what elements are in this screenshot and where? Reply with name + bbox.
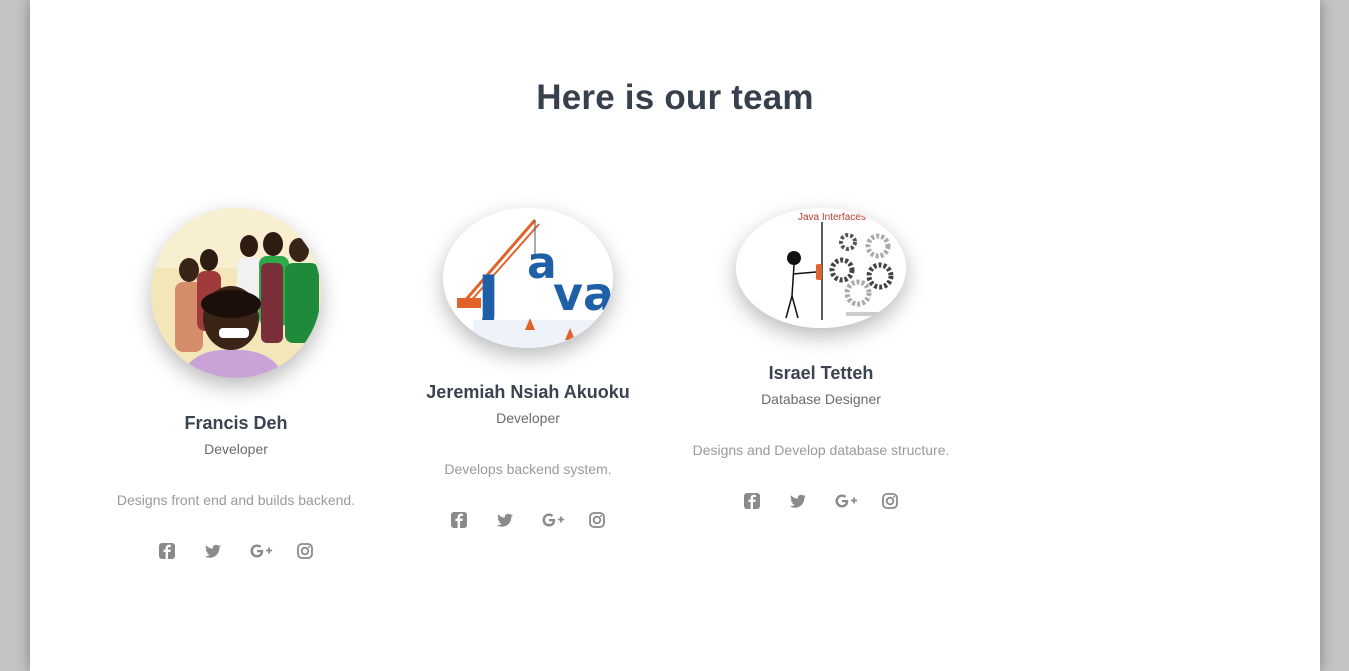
member-name: Jeremiah Nsiah Akuoku xyxy=(426,382,630,402)
facebook-link[interactable] xyxy=(742,491,762,511)
instagram-link[interactable] xyxy=(587,510,607,530)
facebook-link[interactable] xyxy=(449,510,469,530)
member-name: Francis Deh xyxy=(184,413,288,433)
instagram-link[interactable] xyxy=(880,491,900,511)
team-member-card: J a va Jeremiah Nsiah Akuoku Developer D… xyxy=(378,208,678,530)
google-plus-icon xyxy=(250,544,273,558)
svg-text:va: va xyxy=(553,267,613,321)
google-plus-link[interactable] xyxy=(249,541,273,561)
team-member-card: Java Interfaces Israel Tetteh Database D… xyxy=(671,208,971,511)
member-photo: J a va xyxy=(443,208,613,348)
instagram-icon xyxy=(882,493,898,509)
member-description: Develops backend system. xyxy=(444,461,612,477)
page-content: Here is our team Francis Deh Developer D… xyxy=(30,0,1320,671)
instagram-icon xyxy=(297,543,313,559)
facebook-link[interactable] xyxy=(157,541,177,561)
social-links xyxy=(671,491,971,511)
google-plus-icon xyxy=(835,494,858,508)
twitter-link[interactable] xyxy=(788,491,808,511)
member-description: Designs and Develop database structure. xyxy=(692,442,950,458)
section-title: Here is our team xyxy=(536,78,814,117)
member-photo xyxy=(151,208,321,378)
social-links xyxy=(86,541,386,561)
member-role: Developer xyxy=(496,410,560,426)
twitter-link[interactable] xyxy=(495,510,515,530)
instagram-icon xyxy=(589,512,605,528)
twitter-icon xyxy=(205,544,221,558)
google-plus-link[interactable] xyxy=(834,491,858,511)
twitter-icon xyxy=(497,513,513,527)
instagram-link[interactable] xyxy=(295,541,315,561)
team-member-card: Francis Deh Developer Designs front end … xyxy=(86,208,386,561)
facebook-icon xyxy=(744,493,760,509)
social-links xyxy=(378,510,678,530)
facebook-icon xyxy=(451,512,467,528)
member-photo: Java Interfaces xyxy=(736,208,906,328)
google-plus-link[interactable] xyxy=(541,510,565,530)
twitter-icon xyxy=(790,494,806,508)
twitter-link[interactable] xyxy=(203,541,223,561)
facebook-icon xyxy=(159,543,175,559)
member-role: Developer xyxy=(204,441,268,457)
member-description: Designs front end and builds backend. xyxy=(116,492,356,508)
member-role: Database Designer xyxy=(761,391,881,407)
google-plus-icon xyxy=(542,513,565,527)
member-name: Israel Tetteh xyxy=(768,363,874,383)
photo-caption: Java Interfaces xyxy=(798,212,866,223)
